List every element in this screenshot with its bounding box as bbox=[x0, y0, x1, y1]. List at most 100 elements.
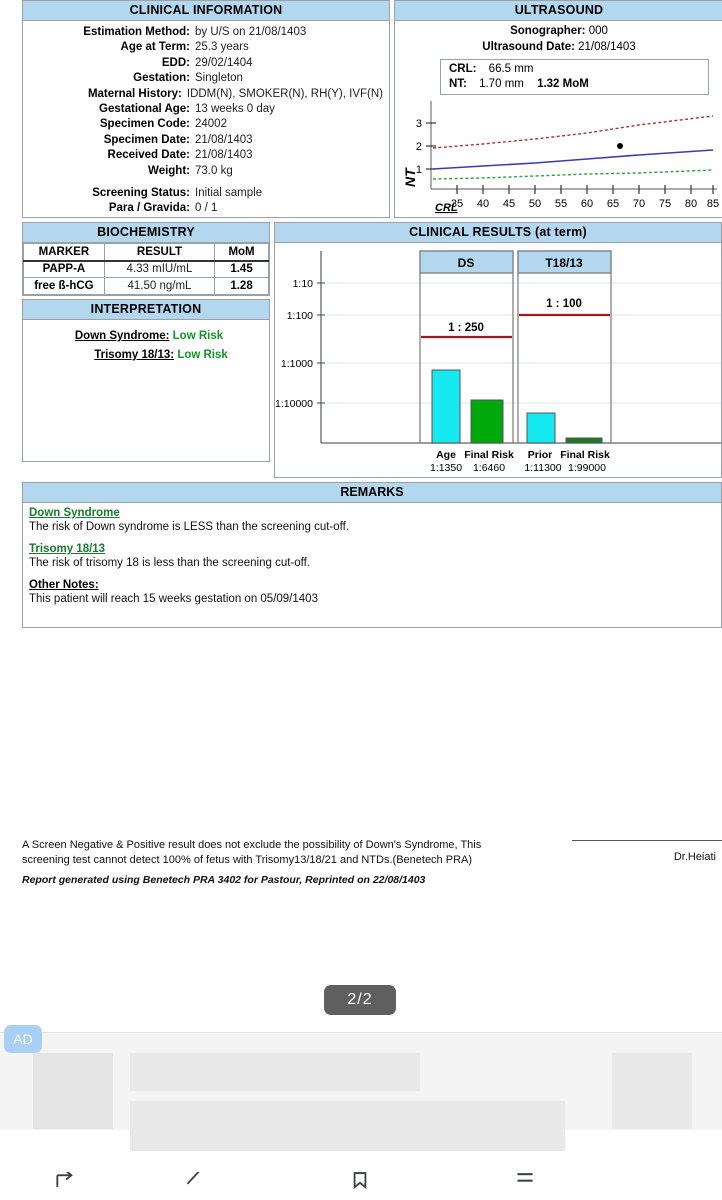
field-gestation: Gestation: Singleton bbox=[23, 71, 383, 86]
field-value: 21/08/1403 bbox=[195, 149, 253, 162]
nt-mom-value: 1.32 MoM bbox=[537, 77, 589, 90]
field-value: IDDM(N), SMOKER(N), RH(Y), IVF(N) bbox=[186, 87, 383, 100]
share-icon bbox=[56, 1172, 73, 1188]
marker-result: 41.50 ng/mL bbox=[103, 277, 216, 295]
interpretation-down-syndrome: Down Syndrome: Low Risk bbox=[23, 327, 269, 346]
nt-row: NT: 1.70 mm 1.32 MoM bbox=[449, 77, 708, 92]
crl-row: CRL: 66.5 mm bbox=[449, 62, 708, 77]
field-received-date: Received Date: 21/08/1403 bbox=[23, 148, 383, 163]
field-value: 73.0 kg bbox=[195, 164, 233, 177]
field-label: Screening Status: bbox=[92, 187, 190, 200]
svg-text:80: 80 bbox=[685, 198, 697, 210]
remark-heading-trisomy: Trisomy 18/13 bbox=[29, 543, 106, 555]
clinical-results-panel: CLINICAL RESULTS (at term) 1:10 1:100 1:… bbox=[274, 222, 722, 478]
median-curve bbox=[432, 149, 714, 170]
sonographer-value: 000 bbox=[588, 25, 608, 37]
svg-text:2: 2 bbox=[416, 141, 422, 153]
sonographer-row: Sonographer: 000 bbox=[395, 24, 722, 40]
field-label: EDD: bbox=[161, 56, 190, 69]
column-result: RESULT bbox=[103, 243, 216, 262]
field-value: 29/02/1404 bbox=[195, 56, 253, 69]
ultrasound-date-label: Ultrasound Date: bbox=[482, 40, 575, 53]
field-label: Weight: bbox=[148, 164, 190, 177]
ad-banner[interactable]: AD bbox=[0, 1025, 722, 1151]
nt-axis-label: NT bbox=[402, 167, 418, 187]
report-generated-note: Report generated using Benetech PRA 3402… bbox=[22, 874, 426, 886]
report-page: CLINICAL INFORMATION Estimation Method: … bbox=[22, 0, 722, 628]
interpretation-body: Down Syndrome: Low Risk Trisomy 18/13: L… bbox=[23, 320, 269, 365]
ds-age-bar bbox=[431, 369, 461, 444]
table-header-row: MARKER RESULT MoM bbox=[23, 243, 269, 262]
biochemistry-title: BIOCHEMISTRY bbox=[23, 223, 269, 243]
remark-text-down-syndrome: The risk of Down syndrome is LESS than t… bbox=[29, 521, 350, 533]
nav-share-button[interactable] bbox=[36, 1172, 96, 1200]
ad-thumbnail-placeholder bbox=[33, 1053, 113, 1129]
column-marker: MARKER bbox=[23, 243, 105, 262]
t18-group-header: T18/13 bbox=[545, 256, 583, 270]
field-label: Specimen Code: bbox=[99, 118, 190, 131]
nt-label: NT: bbox=[449, 77, 467, 90]
field-para-gravida: Para / Gravida: 0 / 1 bbox=[23, 201, 383, 216]
nt-unit: mm bbox=[504, 77, 524, 90]
ytick-1-10: 1:10 bbox=[293, 278, 314, 290]
svg-text:40: 40 bbox=[477, 198, 489, 210]
measurements-box: CRL: 66.5 mm NT: 1.70 mm 1.32 MoM bbox=[440, 59, 709, 95]
ultrasound-title: ULTRASOUND bbox=[395, 1, 722, 21]
ds-age-label: Age bbox=[436, 449, 456, 461]
marker-mom: 1.45 bbox=[214, 260, 269, 278]
remark-heading-down-syndrome: Down Syndrome bbox=[29, 507, 120, 519]
page-indicator[interactable]: 2/2 bbox=[324, 985, 396, 1015]
footer-left: A Screen Negative & Positive result does… bbox=[22, 838, 492, 886]
biochemistry-table: MARKER RESULT MoM PAPP-A 4.33 mIU/mL 1.4… bbox=[23, 243, 269, 295]
svg-text:65: 65 bbox=[607, 198, 619, 210]
ds-age-value: 1:1350 bbox=[430, 462, 462, 474]
marker-mom: 1.28 bbox=[214, 277, 269, 295]
ds-final-risk-bar bbox=[470, 399, 504, 444]
nav-bookmark-button[interactable] bbox=[330, 1172, 390, 1200]
signature-block: Dr.Heiati bbox=[572, 838, 722, 863]
ytick-1-100: 1:100 bbox=[287, 310, 313, 322]
remark-text-other-notes: This patient will reach 15 weeks gestati… bbox=[29, 593, 318, 605]
nt-value: 1.70 bbox=[479, 77, 502, 90]
interpretation-title: INTERPRETATION bbox=[23, 300, 269, 320]
svg-text:70: 70 bbox=[633, 198, 645, 210]
t18-prior-value: 1:11300 bbox=[524, 462, 561, 474]
table-row: PAPP-A 4.33 mIU/mL 1.45 bbox=[23, 260, 269, 278]
remarks-title: REMARKS bbox=[23, 483, 721, 503]
remark-heading-other-notes: Other Notes: bbox=[29, 579, 99, 591]
field-value: by U/S on 21/08/1403 bbox=[195, 26, 307, 38]
field-value: Singleton bbox=[195, 72, 243, 85]
upper-limit-curve bbox=[432, 115, 714, 149]
left-column: BIOCHEMISTRY MARKER RESULT MoM PAPP-A 4.… bbox=[22, 222, 270, 462]
crl-axis-label: CRL bbox=[435, 202, 458, 214]
t18-final-risk-value: 1:99000 bbox=[568, 462, 606, 474]
field-value: 21/08/1403 bbox=[195, 133, 253, 146]
remarks-panel: REMARKS Down Syndrome The risk of Down s… bbox=[22, 482, 722, 628]
clinical-information-panel: CLINICAL INFORMATION Estimation Method: … bbox=[22, 0, 390, 218]
nav-edit-button[interactable] bbox=[165, 1172, 225, 1200]
ytick-1-1000: 1:1000 bbox=[281, 358, 313, 370]
interpretation-value: Low Risk bbox=[172, 330, 224, 342]
interpretation-label: Down Syndrome: bbox=[74, 330, 170, 342]
t18-prior-bar bbox=[526, 412, 556, 444]
ad-image-placeholder bbox=[612, 1053, 692, 1129]
top-row: CLINICAL INFORMATION Estimation Method: … bbox=[22, 0, 722, 218]
marker-name: free ß-hCG bbox=[23, 277, 105, 295]
field-label: Para / Gravida: bbox=[108, 202, 190, 215]
interpretation-trisomy: Trisomy 18/13: Low Risk bbox=[23, 346, 269, 365]
field-label: Gestation: bbox=[133, 72, 190, 85]
ds-final-risk-label: Final Risk bbox=[464, 449, 514, 461]
menu-icon bbox=[517, 1173, 533, 1182]
field-value: 13 weeks 0 day bbox=[195, 103, 275, 116]
nav-menu-button[interactable] bbox=[495, 1172, 555, 1200]
svg-text:55: 55 bbox=[555, 198, 567, 210]
svg-text:3: 3 bbox=[416, 118, 422, 130]
field-value: Initial sample bbox=[195, 187, 263, 200]
t18-final-risk-label: Final Risk bbox=[560, 449, 610, 461]
interpretation-panel: INTERPRETATION Down Syndrome: Low Risk T… bbox=[22, 299, 270, 462]
middle-row: BIOCHEMISTRY MARKER RESULT MoM PAPP-A 4.… bbox=[22, 222, 722, 478]
biochemistry-panel: BIOCHEMISTRY MARKER RESULT MoM PAPP-A 4.… bbox=[22, 222, 270, 296]
ultrasound-date-value: 21/08/1403 bbox=[578, 40, 636, 53]
signature-name: Dr.Heiati bbox=[673, 851, 716, 863]
edit-icon bbox=[186, 1172, 200, 1185]
